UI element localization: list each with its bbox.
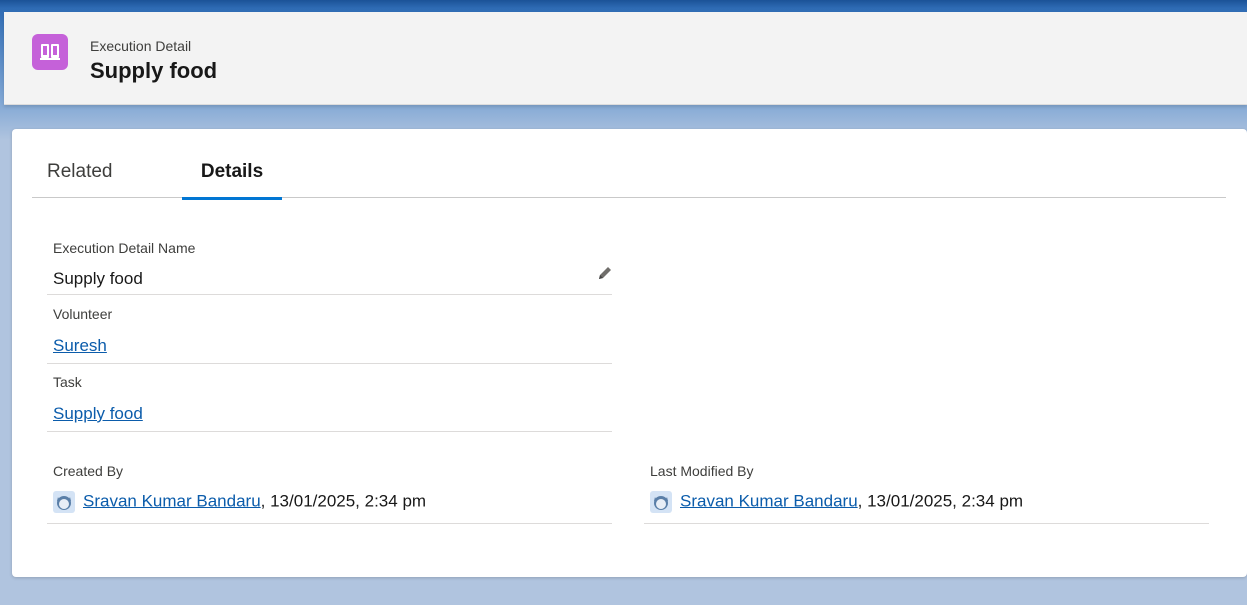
field-volunteer: Volunteer Suresh <box>47 294 612 364</box>
field-label: Last Modified By <box>650 463 754 479</box>
field-value: Supply food <box>53 269 143 288</box>
tab-details[interactable]: Details <box>182 161 282 200</box>
modified-date: , 13/01/2025, 2:34 pm <box>857 491 1024 511</box>
record-header: Execution Detail Supply food <box>4 12 1247 105</box>
tab-related[interactable]: Related <box>47 161 113 183</box>
field-task: Task Supply food <box>47 363 612 432</box>
edit-pencil-icon[interactable] <box>597 265 613 286</box>
field-label: Volunteer <box>53 306 113 322</box>
record-title: Supply food <box>90 58 218 83</box>
user-avatar-icon <box>53 491 75 513</box>
created-date: , 13/01/2025, 2:34 pm <box>260 491 427 511</box>
details-card: Related Details Execution Detail Name Su… <box>12 129 1247 577</box>
field-label: Task <box>53 374 82 390</box>
object-type-label: Execution Detail <box>90 38 192 54</box>
modified-by-user-link[interactable]: Sravan Kumar Bandaru <box>680 491 858 510</box>
task-link[interactable]: Supply food <box>53 404 143 424</box>
book-icon <box>32 34 68 70</box>
field-last-modified-by: Last Modified By Sravan Kumar Bandaru, 1… <box>644 453 1209 524</box>
modified-by-row: Sravan Kumar Bandaru, 13/01/2025, 2:34 p… <box>650 491 1023 513</box>
field-label: Created By <box>53 463 124 479</box>
volunteer-link[interactable]: Suresh <box>53 336 107 356</box>
created-by-row: Sravan Kumar Bandaru, 13/01/2025, 2:34 p… <box>53 491 426 513</box>
created-by-user-link[interactable]: Sravan Kumar Bandaru <box>83 491 261 510</box>
field-execution-detail-name: Execution Detail Name Supply food <box>47 237 612 295</box>
user-avatar-icon <box>650 491 672 513</box>
tab-bar: Related Details <box>32 129 1226 200</box>
field-created-by: Created By Sravan Kumar Bandaru, 13/01/2… <box>47 453 612 524</box>
field-label: Execution Detail Name <box>53 240 196 256</box>
